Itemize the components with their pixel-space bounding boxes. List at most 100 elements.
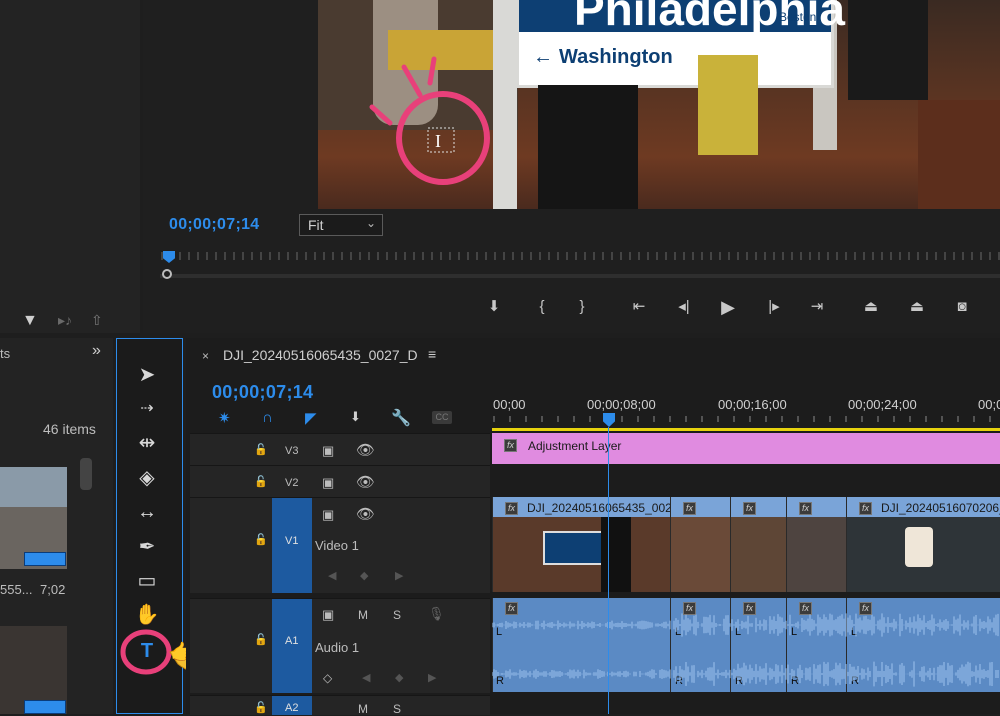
eye-v1-icon[interactable]: 👁 — [356, 505, 375, 523]
hand-icon[interactable]: ✋ — [134, 603, 160, 627]
clip-name: 555... — [0, 582, 33, 597]
station-sign: Philadelphia ← Washington Boston — [516, 0, 845, 88]
track-header-v3: 🔓 V3 ▣ 👁 — [190, 433, 490, 466]
mark-in-icon[interactable]: { — [531, 297, 553, 317]
ruler-label-1: 00;00;08;00 — [587, 397, 656, 412]
sync-lock-v3-icon[interactable]: ▣ — [322, 443, 334, 459]
panel-overflow-icon[interactable]: » — [92, 342, 101, 360]
clip-thumbnail[interactable] — [0, 467, 67, 569]
add-keyframe-v1-icon[interactable]: ◆ — [360, 569, 368, 582]
add-keyframe-a1-icon[interactable]: ◆ — [395, 671, 403, 684]
video-clip-5[interactable]: fx DJI_20240516070206_ — [846, 497, 1000, 592]
video-clip-5-name: DJI_20240516070206_ — [881, 501, 1000, 515]
add-marker-icon[interactable]: ⬇ — [483, 297, 505, 317]
video-clip-2[interactable]: fx — [670, 497, 730, 592]
sync-lock-a1-icon[interactable]: ▣ — [322, 607, 334, 623]
timeline-playhead-line[interactable] — [608, 427, 609, 714]
razor-icon[interactable]: ◈ — [134, 466, 160, 490]
linked-selection-icon[interactable]: ◤ — [305, 409, 317, 427]
zoom-select-value: Fit — [308, 217, 324, 233]
scene-person-backpack — [848, 0, 928, 100]
close-tab-icon[interactable]: × — [202, 349, 209, 363]
source-panel: ▼ ▸♪ ⇧ — [0, 0, 140, 333]
selection-tool-icon[interactable]: ➤ — [134, 363, 160, 387]
video-clip-5-thumbnail — [847, 517, 1000, 592]
prev-keyframe-v1-icon[interactable]: ◀ — [328, 569, 336, 582]
lock-v2-icon[interactable]: 🔓 — [254, 475, 268, 488]
ruler-label-3: 00;00;24;00 — [848, 397, 917, 412]
fx-badge-clip-3: fx — [743, 502, 757, 515]
zoom-handle[interactable] — [162, 269, 172, 279]
work-area-bar[interactable] — [492, 428, 1000, 431]
lock-a2-icon[interactable]: 🔓 — [254, 701, 268, 714]
track-select-forward-icon[interactable]: ⇢ — [134, 397, 160, 421]
mute-a1-button[interactable]: M — [358, 608, 368, 622]
annotation-circle: I — [369, 56, 490, 185]
monitor-time-ruler[interactable] — [160, 252, 1000, 270]
thumb-person — [601, 517, 631, 592]
sign-destination-left: Washington — [559, 46, 673, 68]
step-forward-icon[interactable]: |▸ — [763, 297, 785, 317]
clip-media-badge-icon — [24, 552, 66, 566]
video-clip-3-thumbnail — [731, 517, 786, 592]
program-timecode[interactable]: 00;00;07;14 — [169, 216, 259, 234]
sync-lock-v2-icon[interactable]: ▣ — [322, 475, 334, 491]
wrench-icon[interactable]: 🔧 — [391, 408, 411, 428]
sign-white-band: ← Washington Boston — [519, 10, 831, 85]
lift-icon[interactable]: ⏏ — [860, 297, 882, 317]
volume-keyframe-icon[interactable]: ◇ — [323, 671, 332, 685]
next-keyframe-v1-icon[interactable]: ▶ — [395, 569, 403, 582]
monitor-zoom-scrollbar[interactable] — [160, 274, 1000, 278]
lock-v1-icon[interactable]: 🔓 — [254, 533, 268, 546]
mic-a1-icon[interactable]: 🎙 — [428, 606, 445, 622]
sync-lock-v1-icon[interactable]: ▣ — [322, 507, 334, 523]
next-keyframe-a1-icon[interactable]: ▶ — [428, 671, 436, 684]
program-video-frame[interactable]: Philadelphia ← Washington Boston I — [318, 0, 1000, 209]
chevron-down-icon: ⌄ — [365, 216, 376, 230]
ripple-edit-icon[interactable]: ⇹ — [134, 431, 160, 455]
project-tab-label[interactable]: ts — [0, 346, 10, 361]
clip-duration: 7;02 — [40, 582, 66, 597]
clip-media-badge-2-icon — [24, 700, 66, 714]
project-scrollbar[interactable] — [80, 458, 92, 490]
pen-icon[interactable]: ✒ — [134, 535, 160, 559]
filter-icon[interactable]: ▼ — [22, 312, 38, 330]
adjustment-layer-clip[interactable]: fx Adjustment Layer — [492, 433, 1000, 464]
clip-thumbnail-2[interactable] — [0, 626, 67, 714]
rectangle-icon[interactable]: ▭ — [134, 569, 160, 593]
captions-button[interactable]: CC — [432, 411, 452, 424]
track-header-v1: 🔓 V1 ▣ 👁 Video 1 ◀ ◆ ▶ — [190, 497, 490, 593]
eye-v2-icon[interactable]: 👁 — [356, 473, 375, 491]
solo-a1-button[interactable]: S — [393, 608, 401, 622]
camera-icon[interactable]: ◙ — [951, 297, 973, 317]
zoom-select[interactable]: Fit ⌄ — [299, 214, 383, 236]
snap-icon[interactable]: ∩ — [262, 409, 273, 426]
step-back-icon[interactable]: ◂| — [673, 297, 695, 317]
add-marker-timeline-icon[interactable]: ⬇ — [350, 409, 361, 425]
sequence-tab[interactable]: DJI_20240516065435_0027_D — [223, 347, 418, 363]
slip-icon[interactable]: ↔ — [134, 500, 160, 524]
scene-person-dark — [538, 85, 638, 209]
lock-a1-icon[interactable]: 🔓 — [254, 633, 268, 646]
export-frame-icon[interactable]: ⇧ — [91, 312, 103, 329]
video-clip-3[interactable]: fx — [730, 497, 786, 592]
fx-badge-clip-1: fx — [505, 502, 519, 515]
timeline-timecode[interactable]: 00;00;07;14 — [212, 382, 313, 403]
lock-v3-icon[interactable]: 🔓 — [254, 443, 268, 456]
video-clip-4[interactable]: fx — [786, 497, 846, 592]
go-to-out-icon[interactable]: ⇥ — [806, 297, 828, 317]
video-clip-1[interactable]: fx DJI_20240516065435_002 — [492, 497, 670, 592]
extract-icon[interactable]: ⏏ — [906, 297, 928, 317]
audio-insert-icon[interactable]: ▸♪ — [58, 312, 72, 329]
items-count: 46 items — [43, 421, 96, 437]
mark-out-icon[interactable]: } — [571, 297, 593, 317]
play-icon[interactable]: ▶ — [717, 297, 739, 317]
go-to-in-icon[interactable]: ⇤ — [628, 297, 650, 317]
video-clip-2-thumbnail — [671, 517, 730, 592]
prev-keyframe-a1-icon[interactable]: ◀ — [362, 671, 370, 684]
scene-person-yellow — [698, 55, 758, 155]
nest-icon[interactable]: ✷ — [218, 409, 231, 427]
sequence-menu-icon[interactable]: ≡ — [428, 346, 436, 362]
eye-v3-icon[interactable]: 👁 — [356, 441, 375, 459]
track-header-a1: 🔓 A1 ▣ M S 🎙 Audio 1 ◇ ◀ ◆ ▶ — [190, 598, 490, 693]
